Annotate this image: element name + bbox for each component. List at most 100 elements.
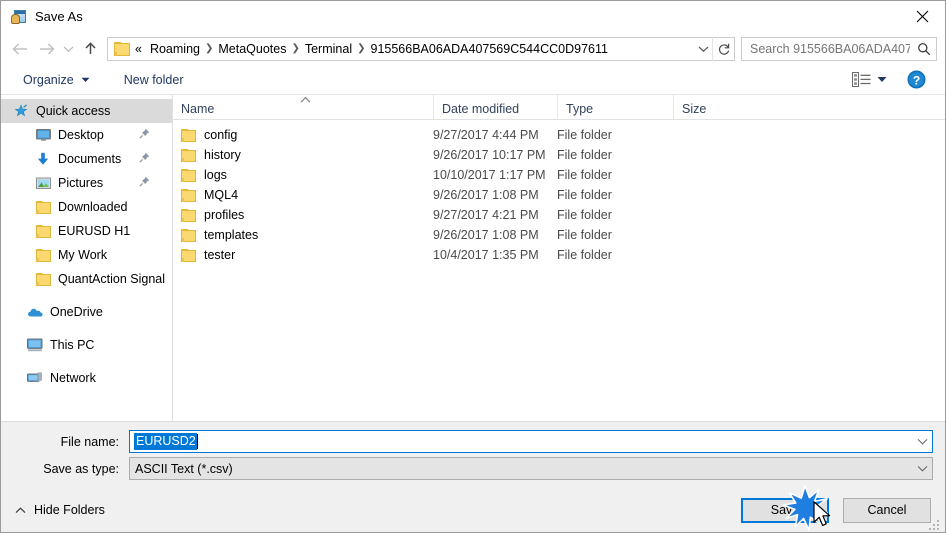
save-as-type-label: Save as type: (43, 461, 119, 476)
computer-icon (27, 337, 43, 353)
column-header-size[interactable]: Size (673, 95, 753, 119)
documents-arrow-icon (35, 151, 51, 167)
folder-icon (114, 41, 130, 56)
sidebar-item-pictures[interactable]: Pictures (1, 171, 172, 195)
sidebar-item-label: Downloaded (58, 200, 128, 214)
save-as-type-select[interactable]: ASCII Text (*.csv) (129, 457, 933, 480)
back-button[interactable] (7, 36, 33, 62)
file-name-cell: templates (173, 228, 433, 242)
chevron-up-icon (15, 506, 26, 513)
sidebar-item-desktop[interactable]: Desktop (1, 123, 172, 147)
title-bar: Save As (1, 1, 945, 32)
breadcrumb-item-metaquotes[interactable]: MetaQuotes (214, 38, 290, 60)
table-row[interactable]: history 9/26/2017 10:17 PM File folder (173, 145, 945, 165)
file-name-text: tester (204, 248, 236, 262)
file-date-cell: 10/4/2017 1:35 PM (433, 248, 539, 262)
table-row[interactable]: logs 10/10/2017 1:17 PM File folder (173, 165, 945, 185)
file-name-input[interactable]: EURUSD2 (129, 430, 933, 453)
folder-icon (181, 148, 196, 162)
sidebar-separator (1, 291, 172, 300)
sidebar-item-documents[interactable]: Documents (1, 147, 172, 171)
breadcrumb-item-roaming[interactable]: Roaming (146, 38, 204, 60)
file-name-cell: profiles (173, 208, 433, 222)
folder-icon (181, 208, 196, 222)
sidebar-item-quantaction-signal[interactable]: QuantAction Signal (1, 267, 172, 291)
save-as-app-icon (11, 9, 27, 25)
search-button[interactable] (912, 38, 936, 60)
sidebar-item-my-work[interactable]: My Work (1, 243, 172, 267)
address-bar[interactable]: « Roaming ❯ MetaQuotes ❯ Terminal ❯ 9155… (107, 36, 735, 61)
arrow-up-icon (84, 42, 96, 54)
refresh-button[interactable] (712, 36, 734, 61)
sidebar-item-onedrive[interactable]: OneDrive (1, 300, 172, 324)
refresh-icon (718, 43, 729, 55)
sidebar-item-label: Pictures (58, 176, 104, 190)
sidebar-item-quick-access[interactable]: Quick access (1, 99, 172, 123)
breadcrumb-item-terminal[interactable]: Terminal (301, 38, 356, 60)
table-row[interactable]: profiles 9/27/2017 4:21 PM File folder (173, 205, 945, 225)
pin-icon (139, 128, 150, 142)
organize-button[interactable]: Organize (15, 68, 98, 92)
column-header-type[interactable]: Type (557, 95, 673, 119)
file-name-label: File name: (60, 434, 119, 449)
file-name-text: history (204, 148, 241, 162)
change-view-button[interactable] (846, 69, 893, 90)
organize-label: Organize (23, 72, 74, 87)
hide-folders-button[interactable]: Hide Folders (11, 499, 109, 521)
sidebar-item-this-pc[interactable]: This PC (1, 333, 172, 357)
new-folder-button[interactable]: New folder (116, 68, 192, 92)
folder-icon (181, 228, 196, 242)
up-one-level-button[interactable] (77, 36, 103, 62)
table-row[interactable]: templates 9/26/2017 1:08 PM File folder (173, 225, 945, 245)
search-icon (918, 42, 931, 55)
folder-icon (35, 247, 51, 263)
file-type-cell: File folder (557, 228, 612, 242)
monitor-icon (35, 127, 51, 143)
file-name-text: config (204, 128, 238, 142)
pin-icon (139, 152, 150, 166)
breadcrumb-item-guid[interactable]: 915566BA06ADA407569C544CC0D97611 (367, 38, 612, 60)
table-row[interactable]: tester 10/4/2017 1:35 PM File folder (173, 245, 945, 265)
table-row[interactable]: MQL4 9/26/2017 1:08 PM File folder (173, 185, 945, 205)
cancel-button[interactable]: Cancel (843, 497, 931, 523)
sidebar-item-label: Network (50, 371, 96, 385)
save-form: File name: EURUSD2 Save as type: ASCII T… (1, 422, 945, 488)
sidebar-item-eurusd-h1[interactable]: EURUSD H1 (1, 219, 172, 243)
breadcrumb: « Roaming ❯ MetaQuotes ❯ Terminal ❯ 9155… (133, 38, 694, 60)
recent-locations-button[interactable] (59, 36, 77, 62)
text-caret (196, 434, 198, 449)
folder-icon (181, 248, 196, 262)
chevron-down-icon (877, 77, 887, 82)
pictures-icon (35, 175, 51, 191)
folder-icon (35, 199, 51, 215)
help-button[interactable]: ? (899, 67, 933, 93)
search-box[interactable] (741, 36, 937, 61)
sidebar-separator (1, 357, 172, 366)
file-list: Name Date modified Type Size config 9/27… (173, 95, 945, 421)
breadcrumb-overflow[interactable]: « (133, 38, 146, 60)
folder-icon (35, 223, 51, 239)
file-name-row: File name: EURUSD2 (13, 430, 933, 453)
address-dropdown-button[interactable] (694, 38, 712, 60)
search-input[interactable] (742, 40, 912, 57)
sidebar-item-downloaded[interactable]: Downloaded (1, 195, 172, 219)
pin-icon (139, 176, 150, 190)
forward-button[interactable] (33, 36, 59, 62)
chevron-down-icon (63, 46, 73, 52)
column-header-date-modified[interactable]: Date modified (433, 95, 557, 119)
file-type-cell: File folder (557, 148, 612, 162)
help-circle-icon: ? (907, 70, 925, 89)
file-name-dropdown-button[interactable] (912, 431, 932, 452)
resize-grip-icon[interactable] (928, 516, 942, 530)
new-folder-label: New folder (123, 72, 184, 87)
sidebar-item-label: My Work (58, 248, 108, 262)
table-row[interactable]: config 9/27/2017 4:44 PM File folder (173, 125, 945, 145)
file-date-cell: 9/26/2017 10:17 PM (433, 148, 546, 162)
file-name-text: templates (204, 228, 259, 242)
file-type-cell: File folder (557, 188, 612, 202)
chevron-down-icon (917, 439, 927, 445)
close-button[interactable] (899, 1, 945, 32)
sidebar-item-network[interactable]: Network (1, 366, 172, 390)
save-button[interactable]: Save (741, 497, 829, 523)
save-as-type-dropdown-button[interactable] (912, 458, 932, 479)
